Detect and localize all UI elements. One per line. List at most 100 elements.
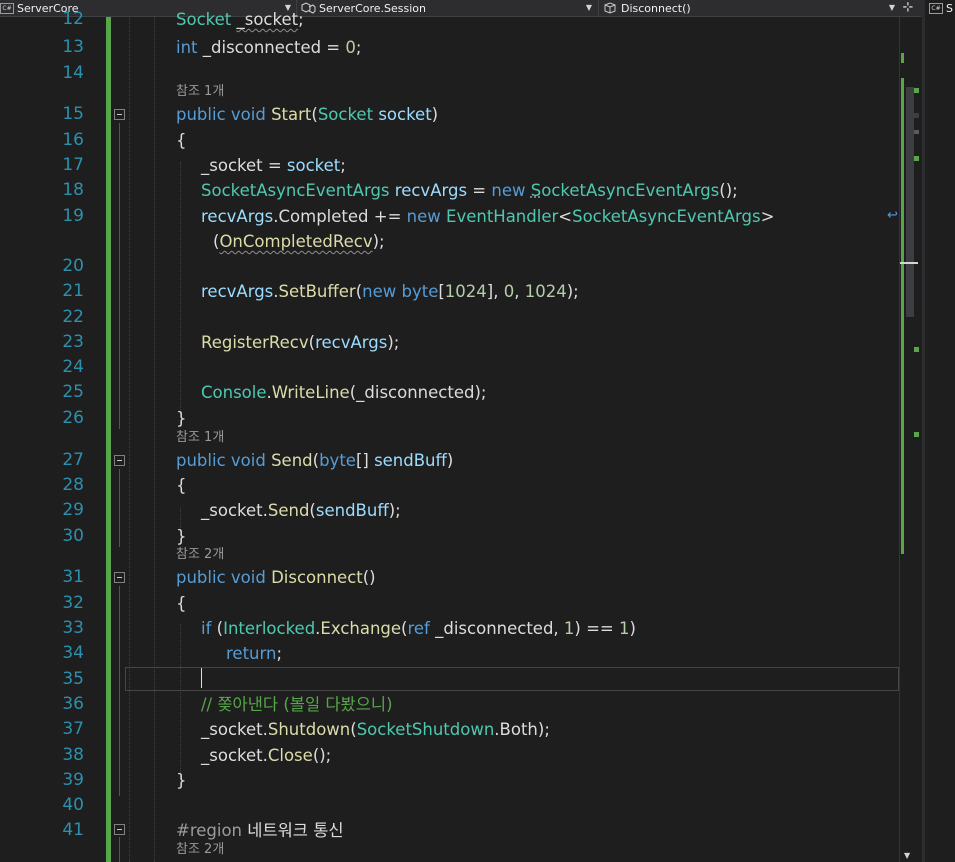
- outline-line: [119, 469, 120, 547]
- line-number: 30: [62, 526, 84, 546]
- line-number: 17: [62, 155, 84, 175]
- line-number: 20: [62, 256, 84, 276]
- line-text: recvArgs.SetBuffer(new byte[1024], 0, 10…: [201, 282, 579, 301]
- line-number: 24: [62, 357, 84, 377]
- line-text: RegisterRecv(recvArgs);: [201, 333, 400, 352]
- line-number: 21: [62, 281, 84, 301]
- outline-line: [119, 837, 120, 862]
- line-number: 33: [62, 618, 84, 638]
- line-number: 15: [62, 104, 84, 124]
- line-number: 29: [62, 500, 84, 520]
- collapse-icon[interactable]: [114, 455, 125, 466]
- line-text: (OnCompletedRecv);: [213, 232, 385, 251]
- line-number: 26: [62, 408, 84, 428]
- indent-guide: [180, 162, 181, 414]
- line-text: }: [176, 527, 187, 546]
- scrollbar-thumb[interactable]: [906, 87, 914, 317]
- line-number: 37: [62, 719, 84, 739]
- line-number: 40: [62, 795, 84, 815]
- change-tracking-bar: [106, 17, 111, 862]
- line-text: _socket.Shutdown(SocketShutdown.Both);: [201, 720, 550, 739]
- line-text: if (Interlocked.Exchange(ref _disconnect…: [201, 619, 636, 638]
- line-number: 18: [62, 180, 84, 200]
- line-text: #region 네트워크 통신: [176, 821, 344, 840]
- chevron-down-icon: ▼: [888, 3, 895, 12]
- line-text: public void Send(byte[] sendBuff): [176, 451, 454, 470]
- line-text: Console.WriteLine(_disconnected);: [201, 383, 487, 402]
- line-text: _socket.Close();: [201, 746, 332, 765]
- line-text: {: [176, 476, 187, 495]
- line-number: 31: [62, 567, 84, 587]
- line-text: }: [176, 409, 187, 428]
- overview-mark: [914, 88, 919, 93]
- secondary-project-dropdown[interactable]: C# S: [929, 0, 955, 16]
- line-number: 39: [62, 770, 84, 790]
- line-text: _socket = socket;: [201, 156, 346, 175]
- change-marker: [901, 78, 904, 554]
- line-number: 25: [62, 382, 84, 402]
- line-text: public void Disconnect(): [176, 568, 376, 587]
- line-number: 19: [62, 206, 84, 226]
- indent-guide: [129, 17, 130, 862]
- code-editor[interactable]: 참조 1개 참조 1개 참조 2개 참조 2개 12 Socket _socke…: [0, 9, 899, 862]
- vertical-scrollbar[interactable]: ▼: [899, 17, 922, 862]
- line-number: 34: [62, 643, 84, 663]
- current-line-highlight: [125, 667, 899, 691]
- overview-mark: [914, 432, 919, 437]
- line-text: {: [176, 131, 187, 150]
- reference-count-lens[interactable]: 참조 1개: [176, 429, 224, 447]
- scroll-down-icon[interactable]: ▼: [904, 851, 910, 860]
- type-label: ServerCore.Session: [319, 1, 426, 15]
- method-icon: [604, 2, 616, 14]
- collapse-icon[interactable]: [114, 824, 125, 835]
- line-text: }: [176, 771, 187, 790]
- line-number: 12: [62, 9, 84, 29]
- csharp-file-icon: C#: [929, 2, 943, 14]
- line-number: 41: [62, 820, 84, 840]
- reference-count-lens[interactable]: 참조 2개: [176, 841, 224, 859]
- secondary-editor-pane: C# S: [921, 0, 955, 862]
- collapse-icon[interactable]: [114, 572, 125, 583]
- split-editor-icon[interactable]: ⊹: [899, 0, 917, 16]
- divider: [598, 0, 599, 16]
- indent-guide: [180, 624, 181, 779]
- outline-line: [119, 123, 120, 429]
- reference-count-lens[interactable]: 참조 1개: [176, 83, 224, 101]
- line-text: {: [176, 594, 187, 613]
- line-number: 13: [62, 37, 84, 57]
- overview-mark: [914, 113, 919, 118]
- chevron-down-icon: ▼: [585, 3, 592, 12]
- line-text: recvArgs.Completed += new EventHandler<S…: [201, 207, 775, 226]
- type-dropdown[interactable]: ServerCore.Session ▼: [300, 0, 596, 16]
- line-number: 35: [62, 669, 84, 689]
- line-number: 32: [62, 593, 84, 613]
- indent-guide: [154, 17, 155, 862]
- member-dropdown[interactable]: Disconnect() ▼: [603, 0, 899, 16]
- line-text: return;: [226, 644, 283, 663]
- navigation-bar: C# ServerCore ▼ ServerCore.Session ▼ Dis…: [0, 0, 955, 17]
- word-wrap-icon: ↩: [887, 208, 898, 223]
- line-text: public void Start(Socket socket): [176, 105, 439, 124]
- outline-line: [119, 586, 120, 796]
- line-text: SocketAsyncEventArgs recvArgs = new Sock…: [201, 181, 738, 200]
- line-text: int _disconnected = 0;: [176, 38, 362, 57]
- text-caret: [201, 668, 202, 688]
- caret-position-marker: [900, 262, 918, 264]
- line-number: 28: [62, 475, 84, 495]
- overview-mark: [914, 130, 919, 134]
- line-number: 27: [62, 450, 84, 470]
- secondary-project-label: S: [946, 1, 953, 15]
- line-number: 38: [62, 745, 84, 765]
- line-text: _socket.Send(sendBuff);: [201, 501, 401, 520]
- collapse-icon[interactable]: [114, 109, 125, 120]
- line-number: 16: [62, 130, 84, 150]
- line-number: 36: [62, 694, 84, 714]
- member-label: Disconnect(): [621, 1, 691, 15]
- line-comment: // 쫒아낸다 (볼일 다봤으니): [201, 695, 393, 714]
- line-number: 23: [62, 332, 84, 352]
- line-number: 22: [62, 307, 84, 327]
- line-number: 14: [62, 63, 84, 83]
- line-text: Socket _socket;: [176, 10, 304, 29]
- overview-mark: [914, 156, 919, 161]
- overview-mark: [914, 347, 919, 352]
